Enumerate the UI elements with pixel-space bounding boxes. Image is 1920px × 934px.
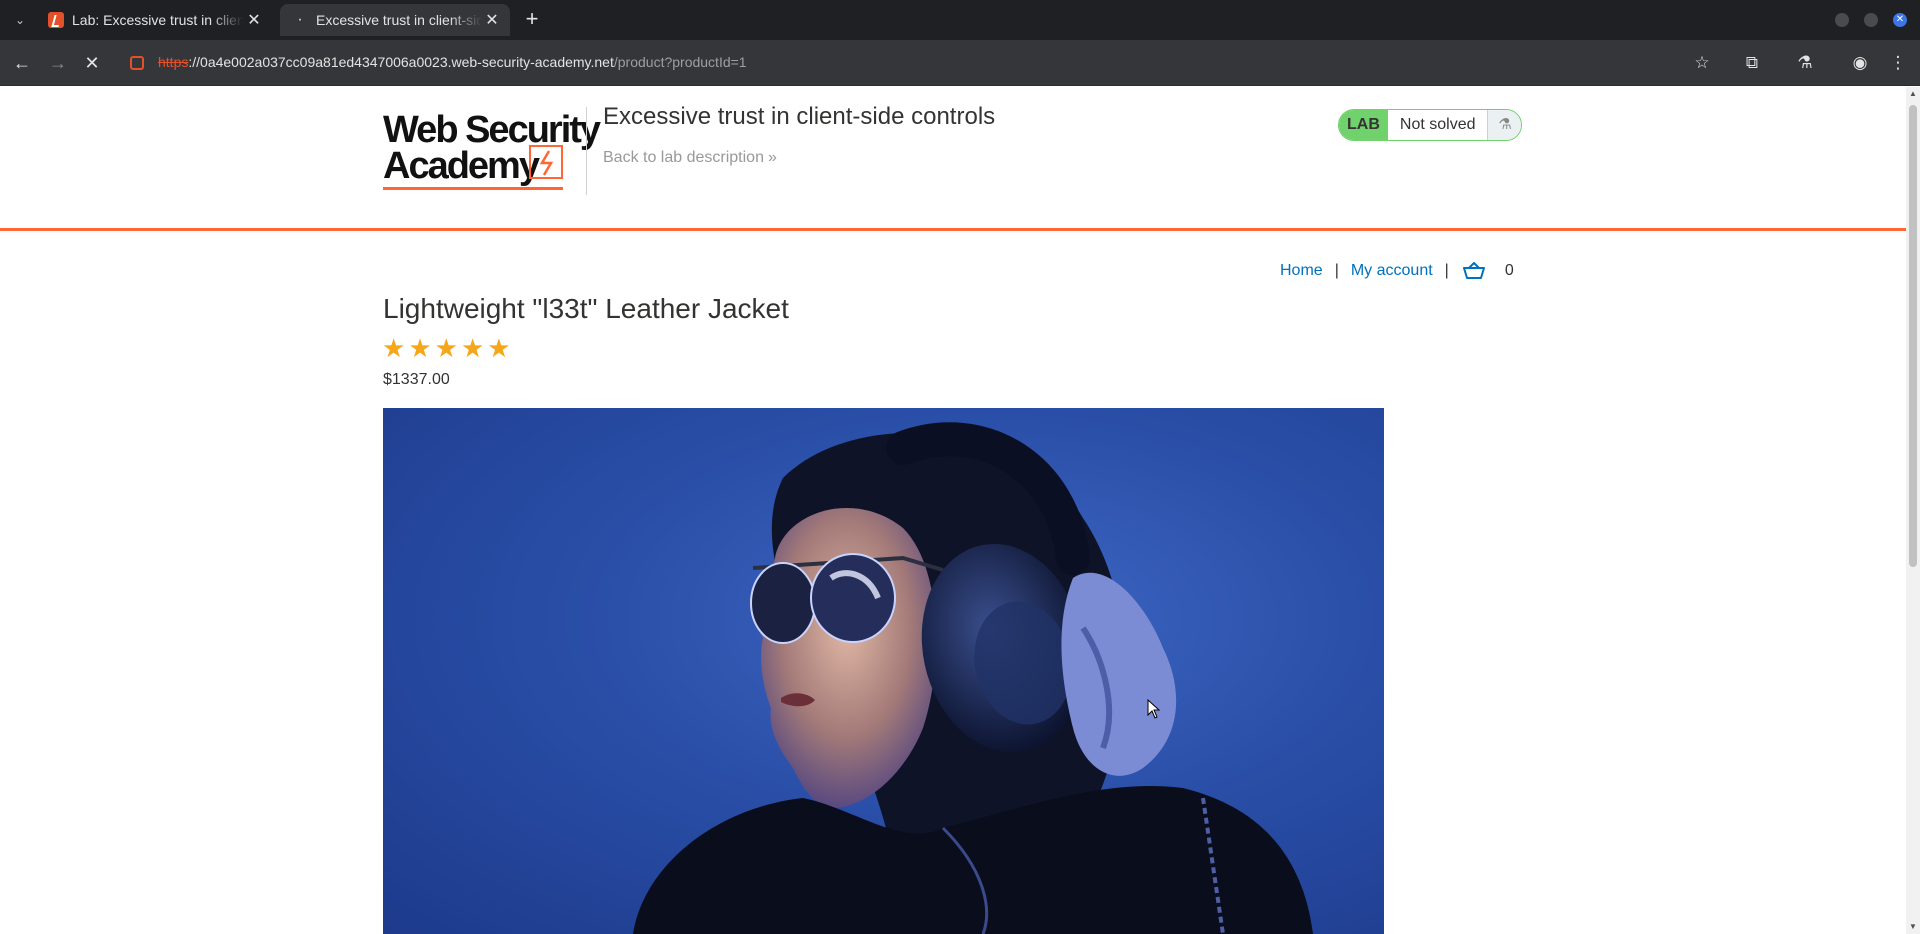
- tab-close-icon[interactable]: ✕: [482, 10, 502, 30]
- flask-icon: ⚗: [1487, 110, 1522, 140]
- url-text[interactable]: https://0a4e002a037cc09a81ed4347006a0023…: [158, 54, 747, 70]
- browser-toolbar: ← → ✕ https://0a4e002a037cc09a81ed434700…: [0, 40, 1920, 86]
- profile-icon[interactable]: ◉: [1848, 51, 1872, 75]
- tab-product-page[interactable]: · Excessive trust in client-side control…: [280, 4, 510, 36]
- loading-icon: ·: [297, 11, 303, 28]
- flask-icon[interactable]: ⚗: [1793, 51, 1817, 75]
- web-security-academy-logo[interactable]: Web Security Academy: [383, 107, 601, 190]
- page-scrollbar[interactable]: ▲ ▼: [1906, 87, 1920, 934]
- lab-badge: LAB: [1339, 110, 1388, 140]
- tab-title: Lab: Excessive trust in client-side cont…: [72, 12, 244, 28]
- lab-status-text: Not solved: [1387, 110, 1488, 140]
- header-divider: [586, 107, 587, 195]
- scrollbar-thumb[interactable]: [1909, 105, 1917, 567]
- star-icon: ★: [460, 333, 485, 363]
- lab-status-widget: LAB Not solved ⚗: [1338, 109, 1523, 141]
- back-to-lab-description-link[interactable]: Back to lab description»: [603, 149, 777, 167]
- star-icon: ★: [382, 333, 406, 363]
- product-title: Lightweight "l33t" Leather Jacket: [383, 293, 789, 324]
- product-price: $1337.00: [383, 371, 450, 388]
- tab-title: Excessive trust in client-side controls: [316, 12, 482, 28]
- star-icon: ★: [408, 333, 432, 363]
- maximize-window-icon[interactable]: [1864, 13, 1878, 27]
- cart-icon[interactable]: [1462, 262, 1485, 280]
- nav-separator: |: [1444, 262, 1449, 279]
- close-window-icon[interactable]: ✕: [1893, 13, 1907, 27]
- lab-lightning-icon: [48, 12, 64, 28]
- double-chevron-right-icon: »: [767, 149, 777, 166]
- more-vert-icon[interactable]: ⋮: [1886, 51, 1910, 75]
- back-arrow-icon[interactable]: ←: [10, 51, 34, 75]
- browser-tab-strip: ⌄ Lab: Excessive trust in client-side co…: [0, 0, 1920, 40]
- cart-count: 0: [1504, 262, 1514, 279]
- product-image: [383, 408, 1384, 934]
- tab-search-icon[interactable]: ⌄: [8, 8, 32, 32]
- extensions-icon[interactable]: ⧉: [1740, 51, 1764, 75]
- star-icon[interactable]: ☆: [1690, 51, 1714, 75]
- minimize-window-icon[interactable]: [1835, 13, 1849, 27]
- top-navigation: Home | My account | 0: [1280, 259, 1514, 283]
- lightning-bolt-icon: [529, 145, 563, 179]
- forward-arrow-icon[interactable]: →: [46, 51, 70, 75]
- mouse-cursor-icon: [1147, 699, 1161, 719]
- scroll-down-icon[interactable]: ▼: [1906, 920, 1920, 934]
- lab-title: Excessive trust in client-side controls: [603, 103, 996, 130]
- nav-separator: |: [1334, 262, 1339, 279]
- academy-lab-header: Web Security Academy Excessive trust in …: [0, 87, 1906, 231]
- star-icon: ★: [487, 333, 511, 363]
- my-account-link[interactable]: My account: [1351, 262, 1433, 280]
- page-viewport: Web Security Academy Excessive trust in …: [0, 87, 1906, 934]
- star-icon: ★: [434, 333, 458, 363]
- address-bar[interactable]: https://0a4e002a037cc09a81ed4347006a0023…: [118, 46, 1698, 80]
- stop-loading-icon[interactable]: ✕: [80, 51, 104, 75]
- new-tab-icon[interactable]: +: [520, 8, 544, 32]
- tab-lab-description[interactable]: Lab: Excessive trust in client-side cont…: [36, 4, 272, 36]
- scroll-up-icon[interactable]: ▲: [1906, 87, 1920, 101]
- tab-close-icon[interactable]: ✕: [244, 10, 264, 30]
- home-link[interactable]: Home: [1280, 262, 1323, 280]
- product-rating: ★ ★ ★ ★ ★: [382, 333, 511, 363]
- site-info-icon[interactable]: [130, 56, 144, 70]
